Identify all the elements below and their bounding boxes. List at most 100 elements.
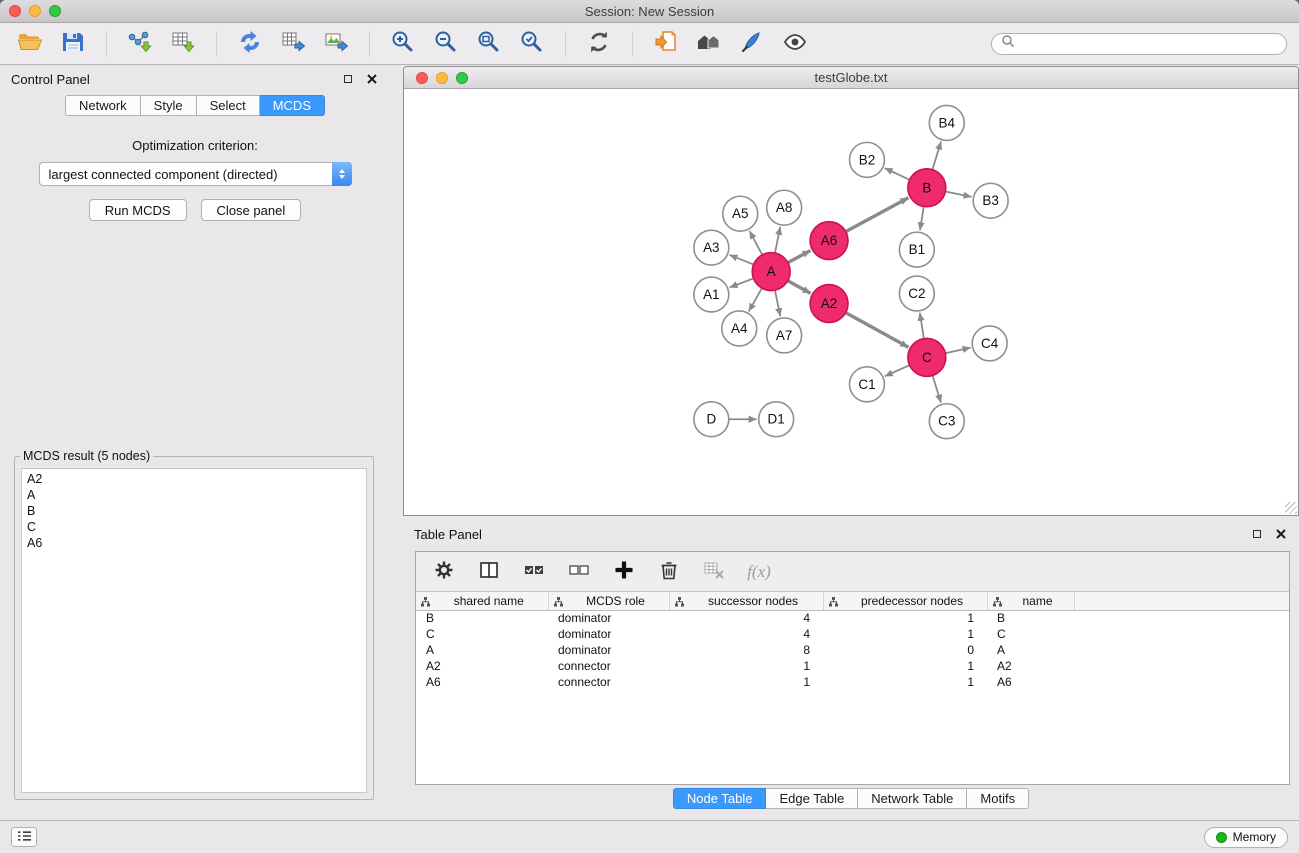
graph-edge-C-C4[interactable]	[945, 348, 970, 354]
minimize-network-window-button[interactable]	[436, 72, 448, 84]
float-panel-button[interactable]	[341, 72, 355, 86]
import-table-button[interactable]	[165, 28, 201, 60]
export-image-button[interactable]	[318, 28, 354, 60]
graph-node-A[interactable]: A	[752, 253, 790, 291]
mcds-result-item[interactable]: C	[27, 519, 361, 535]
close-panel-button-secondary[interactable]: Close panel	[201, 199, 302, 221]
tab-network-table[interactable]: Network Table	[858, 788, 967, 809]
home-button[interactable]	[691, 28, 727, 60]
zoom-network-window-button[interactable]	[456, 72, 468, 84]
graph-edge-A-A7[interactable]	[775, 290, 780, 316]
delete-column-button[interactable]	[657, 560, 681, 584]
styles-button[interactable]	[734, 28, 770, 60]
network-graph[interactable]: B4B2BB3A5A8A6B1A3AC2A1A2A4A7C4CC1C3DD1	[404, 89, 1298, 515]
close-table-panel-button[interactable]	[1274, 527, 1288, 541]
tab-edge-table[interactable]: Edge Table	[766, 788, 858, 809]
table-row[interactable]: A2connector11A2	[416, 658, 1289, 674]
graph-edge-A-A8[interactable]	[775, 227, 780, 253]
mcds-result-item[interactable]: A6	[27, 535, 361, 551]
node-table-area[interactable]: shared nameMCDS rolesuccessor nodesprede…	[416, 592, 1289, 784]
table-row[interactable]: Cdominator41C	[416, 626, 1289, 642]
graph-node-B2[interactable]: B2	[850, 142, 885, 177]
zoom-in-button[interactable]	[385, 28, 421, 60]
graph-edge-A-A4[interactable]	[749, 288, 762, 311]
zoom-fit-button[interactable]	[471, 28, 507, 60]
tab-node-table[interactable]: Node Table	[673, 788, 767, 809]
show-hide-button[interactable]	[777, 28, 813, 60]
deselect-all-button[interactable]	[567, 560, 591, 584]
graph-node-A7[interactable]: A7	[767, 318, 802, 353]
table-settings-button[interactable]	[432, 560, 456, 584]
graph-node-B3[interactable]: B3	[973, 183, 1008, 218]
column-header[interactable]: name	[987, 592, 1074, 610]
run-mcds-button[interactable]: Run MCDS	[89, 199, 187, 221]
graph-edge-B-B2[interactable]	[885, 168, 910, 180]
graph-edge-A-A3[interactable]	[729, 255, 753, 265]
search-input[interactable]	[1020, 37, 1277, 51]
graph-node-C1[interactable]: C1	[850, 367, 885, 402]
add-column-button[interactable]	[612, 560, 636, 584]
table-row[interactable]: Bdominator41B	[416, 610, 1289, 626]
graph-edge-C-C2[interactable]	[920, 313, 924, 339]
export-network-button[interactable]	[232, 28, 268, 60]
table-row[interactable]: Adominator80A	[416, 642, 1289, 658]
function-builder-button[interactable]: f(x)	[747, 560, 771, 584]
graph-node-B4[interactable]: B4	[929, 105, 964, 140]
graph-node-A6[interactable]: A6	[810, 222, 848, 260]
tab-style[interactable]: Style	[141, 95, 197, 116]
memory-button[interactable]: Memory	[1204, 827, 1288, 848]
criterion-dropdown[interactable]: largest connected component (directed)	[39, 162, 352, 186]
graph-edge-B-B4[interactable]	[932, 142, 941, 170]
export-table-button[interactable]	[275, 28, 311, 60]
close-panel-button[interactable]	[365, 72, 379, 86]
column-header[interactable]: shared name	[416, 592, 548, 610]
graph-node-C3[interactable]: C3	[929, 404, 964, 439]
network-canvas[interactable]: B4B2BB3A5A8A6B1A3AC2A1A2A4A7C4CC1C3DD1	[404, 89, 1298, 515]
minimize-window-button[interactable]	[29, 5, 41, 17]
snapshot-button[interactable]	[648, 28, 684, 60]
zoom-out-button[interactable]	[428, 28, 464, 60]
open-session-button[interactable]	[12, 28, 48, 60]
column-header[interactable]: successor nodes	[669, 592, 823, 610]
graph-edge-A-A5[interactable]	[749, 231, 762, 255]
column-header[interactable]: MCDS role	[548, 592, 669, 610]
graph-edge-A-A1[interactable]	[729, 278, 753, 287]
column-header[interactable]: predecessor nodes	[823, 592, 987, 610]
graph-node-C2[interactable]: C2	[899, 276, 934, 311]
graph-node-B[interactable]: B	[908, 169, 946, 207]
graph-node-D[interactable]: D	[694, 402, 729, 437]
graph-node-A4[interactable]: A4	[722, 311, 757, 346]
graph-edge-C-C1[interactable]	[885, 365, 910, 376]
graph-node-A2[interactable]: A2	[810, 285, 848, 323]
graph-node-A3[interactable]: A3	[694, 230, 729, 265]
graph-edge-B-B1[interactable]	[920, 206, 924, 230]
close-network-window-button[interactable]	[416, 72, 428, 84]
graph-edge-B-B3[interactable]	[945, 192, 971, 197]
graph-node-B1[interactable]: B1	[899, 232, 934, 267]
close-window-button[interactable]	[9, 5, 21, 17]
select-all-button[interactable]	[522, 560, 546, 584]
show-columns-button[interactable]	[477, 560, 501, 584]
tab-network[interactable]: Network	[65, 95, 141, 116]
float-table-panel-button[interactable]	[1250, 527, 1264, 541]
refresh-layout-button[interactable]	[581, 28, 617, 60]
graph-edge-C-C3[interactable]	[932, 375, 940, 402]
zoom-window-button[interactable]	[49, 5, 61, 17]
mcds-result-list[interactable]: A2ABCA6	[21, 468, 367, 793]
resize-grip-icon[interactable]	[1285, 502, 1297, 514]
zoom-selected-button[interactable]	[514, 28, 550, 60]
save-session-button[interactable]	[55, 28, 91, 60]
graph-edge-A2-C[interactable]	[846, 313, 909, 348]
graph-node-C4[interactable]: C4	[972, 326, 1007, 361]
tab-motifs[interactable]: Motifs	[967, 788, 1029, 809]
graph-node-C[interactable]: C	[908, 338, 946, 376]
mcds-result-item[interactable]: A	[27, 487, 361, 503]
graph-edge-A6-B[interactable]	[846, 198, 909, 232]
mcds-result-item[interactable]: B	[27, 503, 361, 519]
tab-mcds[interactable]: MCDS	[260, 95, 325, 116]
tab-select[interactable]: Select	[197, 95, 260, 116]
table-row[interactable]: A6connector11A6	[416, 674, 1289, 690]
mcds-result-item[interactable]: A2	[27, 471, 361, 487]
import-network-button[interactable]	[122, 28, 158, 60]
task-history-button[interactable]	[11, 827, 37, 847]
